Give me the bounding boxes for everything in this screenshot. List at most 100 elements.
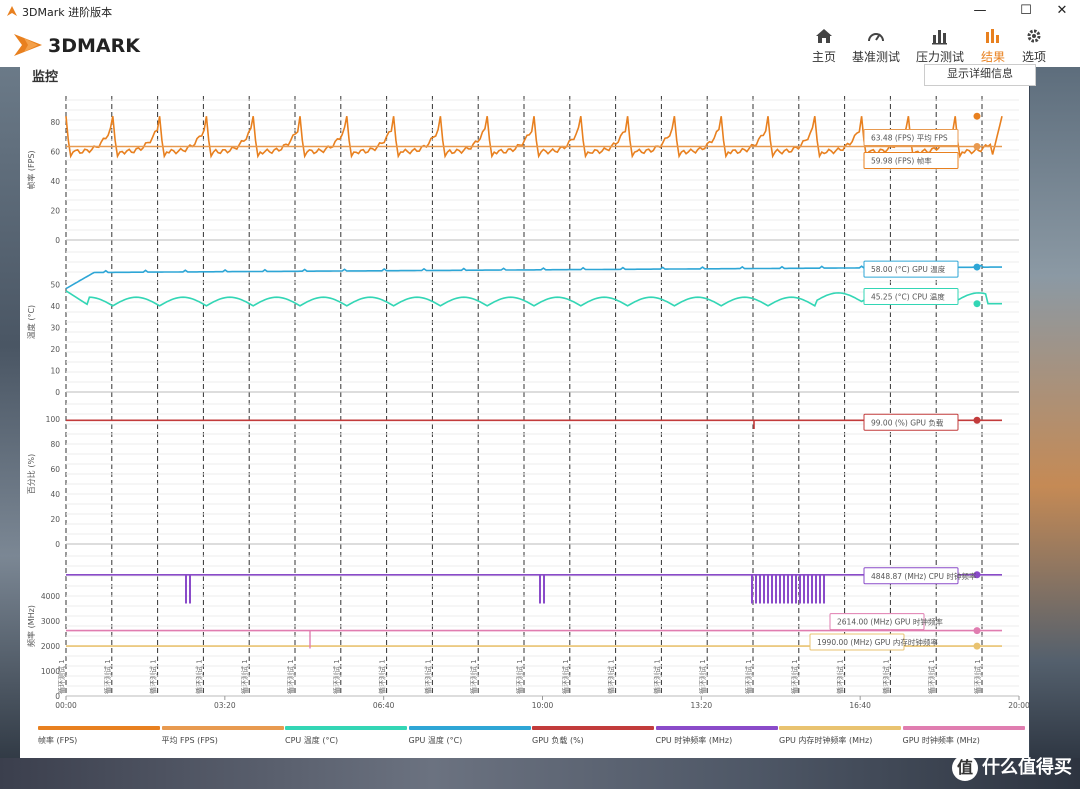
value-callout-text: 1990.00 (MHz) GPU 内存时钟频率 bbox=[817, 637, 938, 647]
value-callout-text: 2614.00 (MHz) GPU 时钟频率 bbox=[837, 617, 943, 627]
test-loop-label: 循环测试 1 bbox=[881, 659, 890, 694]
legend-item[interactable]: 平均 FPS (FPS) bbox=[161, 726, 284, 746]
background-art-right bbox=[1030, 66, 1080, 766]
legend-swatch bbox=[285, 726, 407, 730]
y-axis-label: 百分比 (%) bbox=[26, 454, 36, 494]
legend-item[interactable]: GPU 时钟频率 (MHz) bbox=[902, 726, 1025, 746]
bar-chart-icon bbox=[932, 30, 947, 45]
test-loop-label: 循环测试 1 bbox=[607, 659, 616, 694]
y-tick-label: 4000 bbox=[41, 592, 60, 601]
test-loop-label: 循环测试 1 bbox=[332, 659, 341, 694]
y-tick-label: 30 bbox=[50, 323, 60, 332]
legend-item[interactable]: GPU 内存时钟频率 (MHz) bbox=[779, 726, 901, 746]
test-loop-label: 循环测试 1 bbox=[744, 659, 753, 694]
test-loop-label: 循环测试 1 bbox=[836, 659, 845, 694]
legend-item[interactable]: CPU 温度 (°C) bbox=[285, 726, 407, 746]
series-end-dot bbox=[973, 142, 981, 150]
x-tick-label: 20:00 bbox=[1008, 701, 1029, 710]
value-callout-text: 99.00 (%) GPU 负载 bbox=[871, 417, 944, 427]
legend-label: GPU 内存时钟频率 (MHz) bbox=[779, 736, 873, 745]
test-loop-label: 循环测试 1 bbox=[194, 659, 203, 694]
value-callout-text: 58.00 (°C) GPU 温度 bbox=[871, 264, 946, 274]
maximize-button[interactable]: ☐ bbox=[1006, 0, 1046, 22]
results-icon bbox=[986, 29, 999, 43]
test-loop-label: 循环测试 1 bbox=[790, 659, 799, 694]
close-button[interactable]: ✕ bbox=[1042, 0, 1080, 22]
value-callout-text: 45.25 (°C) CPU 温度 bbox=[871, 292, 945, 302]
legend-swatch bbox=[38, 726, 160, 730]
test-loop-label: 循环测试 1 bbox=[698, 659, 707, 694]
minimize-button[interactable]: — bbox=[960, 0, 1000, 22]
y-tick-label: 40 bbox=[50, 302, 60, 311]
legend-swatch bbox=[902, 726, 1025, 730]
legend-item[interactable]: GPU 温度 (°C) bbox=[408, 726, 531, 746]
y-tick-label: 10 bbox=[50, 366, 60, 375]
y-tick-label: 60 bbox=[50, 465, 60, 474]
legend-item[interactable]: GPU 负载 (%) bbox=[532, 726, 654, 746]
y-tick-label: 20 bbox=[50, 345, 60, 354]
legend-swatch bbox=[532, 726, 654, 730]
legend-label: GPU 温度 (°C) bbox=[408, 736, 463, 745]
y-tick-label: 0 bbox=[55, 236, 60, 245]
series-end-dot bbox=[973, 112, 981, 120]
svg-text:3DMARK: 3DMARK bbox=[48, 35, 141, 57]
watermark-text: 什么值得买 bbox=[982, 757, 1072, 778]
series-end-dot bbox=[973, 300, 981, 308]
legend-swatch bbox=[655, 726, 778, 730]
gear-icon bbox=[1027, 29, 1041, 43]
test-loop-label: 循环测试 1 bbox=[240, 659, 249, 694]
y-axis-label: 帧率 (FPS) bbox=[26, 150, 36, 189]
legend-label: 帧率 (FPS) bbox=[38, 736, 78, 745]
test-loop-label: 循环测试 1 bbox=[149, 659, 158, 694]
nav-stress-test-label: 压力测试 bbox=[915, 50, 964, 64]
y-tick-label: 3000 bbox=[41, 617, 60, 626]
x-tick-label: 03:20 bbox=[214, 701, 236, 710]
3dmark-logo: 3DMARK bbox=[14, 30, 174, 60]
x-tick-label: 06:40 bbox=[373, 701, 395, 710]
test-loop-label: 循环测试 1 bbox=[973, 659, 982, 694]
x-tick-label: 13:20 bbox=[691, 701, 713, 710]
y-tick-label: 2000 bbox=[41, 642, 60, 651]
series-line bbox=[65, 290, 1002, 307]
y-tick-label: 40 bbox=[50, 490, 60, 499]
legend-swatch bbox=[408, 726, 531, 730]
y-tick-label: 0 bbox=[55, 540, 60, 549]
legend-label: CPU 时钟频率 (MHz) bbox=[655, 736, 733, 745]
value-callout-text: 63.48 (FPS) 平均 FPS bbox=[871, 132, 948, 142]
series-end-dot bbox=[973, 642, 981, 650]
value-callout-text: 59.98 (FPS) 帧率 bbox=[871, 155, 932, 165]
x-tick-label: 16:40 bbox=[849, 701, 871, 710]
test-loop-label: 循环测试 1 bbox=[515, 659, 524, 694]
series-end-dot bbox=[973, 416, 981, 424]
y-tick-label: 20 bbox=[50, 207, 60, 216]
nav-benchmark-label: 基准测试 bbox=[851, 50, 900, 64]
y-tick-label: 40 bbox=[50, 177, 60, 186]
test-loop-label: 循环测试 1 bbox=[103, 659, 112, 694]
nav-home[interactable]: 主页 bbox=[794, 26, 854, 65]
watermark-logo-icon: 值 bbox=[952, 755, 978, 781]
series-end-dot bbox=[973, 627, 981, 635]
test-loop-label: 循环测试 1 bbox=[469, 659, 478, 694]
y-tick-label: 80 bbox=[50, 118, 60, 127]
nav-benchmark[interactable]: 基准测试 bbox=[846, 26, 906, 65]
gauge-icon bbox=[868, 33, 884, 42]
y-tick-label: 60 bbox=[50, 148, 60, 157]
nav-stress-test[interactable]: 压力测试 bbox=[910, 26, 970, 65]
legend-item[interactable]: CPU 时钟频率 (MHz) bbox=[655, 726, 778, 746]
legend-item[interactable]: 帧率 (FPS) bbox=[38, 726, 160, 746]
nav-options-label: 选项 bbox=[1021, 50, 1046, 64]
monitoring-chart: 循环测试 1 循环测试 1 循环测试 1 循环测试 1 循环测试 1 循环测试 1 循环测试… bbox=[26, 96, 1029, 710]
test-loop-label: 循环测试 1 bbox=[378, 659, 387, 694]
y-axis-label: 温度 (°C) bbox=[26, 305, 36, 339]
legend-swatch bbox=[161, 726, 284, 730]
background-art-bottom bbox=[0, 758, 1080, 789]
x-tick-label: 00:00 bbox=[55, 701, 77, 710]
test-loop-label: 循环测试 1 bbox=[652, 659, 661, 694]
y-tick-label: 0 bbox=[55, 388, 60, 397]
nav-options[interactable]: 选项 bbox=[1004, 26, 1064, 65]
test-loop-label: 循环测试 1 bbox=[286, 659, 295, 694]
app-icon bbox=[7, 6, 17, 16]
test-loop-label: 循环测试 1 bbox=[57, 659, 66, 694]
test-loop-label: 循环测试 1 bbox=[927, 659, 936, 694]
x-tick-label: 10:00 bbox=[532, 701, 554, 710]
